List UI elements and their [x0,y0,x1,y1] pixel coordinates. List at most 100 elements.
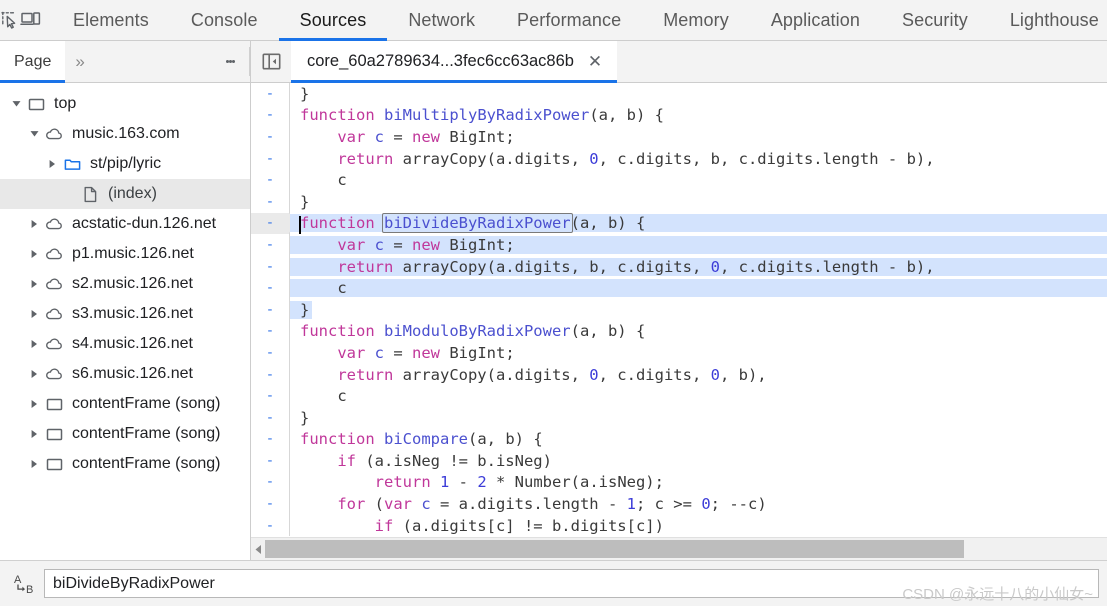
tab-performance[interactable]: Performance [496,0,642,40]
line-gutter-marker[interactable]: - [251,277,289,299]
devtools-main-toolbar: Elements Console Sources Network Perform… [0,0,1107,41]
chevron-right-icon[interactable] [26,459,42,469]
editor-horizontal-scrollbar[interactable] [251,537,1107,560]
chevron-right-icon[interactable] [26,279,42,289]
tab-application[interactable]: Application [750,0,881,40]
line-gutter-marker[interactable]: - [251,429,289,451]
line-gutter-marker[interactable]: - [251,515,289,537]
code-line-text: return arrayCopy(a.digits, 0, c.digits, … [290,150,1107,168]
code-token: if [374,516,403,535]
tree-item-p1-music-126-net[interactable]: p1.music.126.net [0,239,250,269]
code-line: - c [251,169,1107,191]
tab-network[interactable]: Network [387,0,496,40]
chevron-down-icon[interactable] [26,129,42,139]
tab-memory[interactable]: Memory [642,0,750,40]
tree-item-label: s3.music.126.net [72,305,193,322]
code-token: c [337,279,347,298]
chevron-right-icon[interactable] [26,369,42,379]
code-token: arrayCopy(a.digits, [402,365,590,384]
code-tokens: for (var c = a.digits.length - 1; c >= 0… [300,495,766,514]
tab-console[interactable]: Console [170,0,279,40]
navigator-menu-icon[interactable] [220,41,240,82]
tree-item-s6-music-126-net[interactable]: s6.music.126.net [0,359,250,389]
code-token: biCompare [384,430,468,449]
code-token: } [300,192,310,211]
line-gutter-marker[interactable]: - [251,213,289,235]
code-tokens: function biCompare(a, b) { [300,430,543,448]
close-icon[interactable]: ✕ [586,53,604,71]
code-token: c [374,343,384,362]
line-gutter-marker[interactable]: - [251,450,289,472]
tree-item-index[interactable]: (index) [0,179,250,209]
document-icon [78,186,102,203]
navigator-more-tabs-icon[interactable]: » [65,52,92,72]
cloud-icon [42,366,66,383]
line-gutter-marker[interactable]: - [251,234,289,256]
line-gutter-marker[interactable]: - [251,321,289,343]
cloud-icon [42,336,66,353]
tree-item-acstatic-dun-126-net[interactable]: acstatic-dun.126.net [0,209,250,239]
code-token: = [384,235,412,254]
tab-lighthouse[interactable]: Lighthouse [989,0,1107,40]
tree-item-music-163-com[interactable]: music.163.com [0,119,250,149]
code-line-text: if (a.digits[c] != b.digits[c]) [290,517,1107,535]
chevron-right-icon[interactable] [26,339,42,349]
chevron-right-icon[interactable] [26,429,42,439]
code-line-text: function biModuloByRadixPower(a, b) { [290,322,1107,340]
chevron-right-icon[interactable] [26,309,42,319]
tree-item-contentframe-song[interactable]: contentFrame (song) [0,389,250,419]
code-token: var [384,495,422,514]
line-gutter-marker[interactable]: - [251,191,289,213]
frame-icon [42,396,66,413]
tab-security[interactable]: Security [881,0,989,40]
line-gutter-marker[interactable]: - [251,256,289,278]
rename-input[interactable] [44,569,1099,598]
code-lines: -} - function biMultiplyByRadixPower(a, b)… [251,83,1107,537]
tab-sources[interactable]: Sources [278,0,388,41]
device-toolbar-icon[interactable] [20,0,42,40]
tree-item-st-pip-lyric[interactable]: st/pip/lyric [0,149,250,179]
tree-item-s3-music-126-net[interactable]: s3.music.126.net [0,299,250,329]
line-gutter-marker[interactable]: - [251,493,289,515]
line-gutter-marker[interactable]: - [251,83,289,105]
tree-item-contentframe-song[interactable]: contentFrame (song) [0,449,250,479]
chevron-right-icon[interactable] [26,219,42,229]
line-gutter-marker[interactable]: - [251,126,289,148]
chevron-down-icon[interactable] [8,99,24,109]
inspect-element-icon[interactable] [0,0,20,40]
show-navigator-icon[interactable] [251,41,291,82]
navigator-tab-page[interactable]: Page [0,41,66,83]
code-line-text: return 1 - 2 * Number(a.isNeg); [290,473,1107,491]
file-tab-core[interactable]: core_60a2789634...3fec6cc63ac86b ✕ [291,41,617,83]
tab-elements[interactable]: Elements [52,0,170,40]
code-token: = a.digits.length - [430,495,627,514]
scrollbar-thumb[interactable] [265,540,964,558]
chevron-right-icon[interactable] [44,159,60,169]
chevron-right-icon[interactable] [26,399,42,409]
tree-item-s4-music-126-net[interactable]: s4.music.126.net [0,329,250,359]
line-gutter-marker[interactable]: - [251,472,289,494]
scrollbar-track[interactable] [265,540,1107,558]
tree-item-top[interactable]: top [0,89,250,119]
line-gutter-marker[interactable]: - [251,148,289,170]
line-gutter-marker[interactable]: - [251,407,289,429]
line-gutter-marker[interactable]: - [251,169,289,191]
line-gutter-marker[interactable]: - [251,385,289,407]
line-gutter-marker[interactable]: - [251,342,289,364]
scroll-left-arrow-icon[interactable] [251,544,265,555]
code-editor[interactable]: -} - function biMultiplyByRadixPower(a, b)… [251,83,1107,537]
tree-item-label: contentFrame (song) [72,455,221,472]
code-token: for [337,495,375,514]
code-token: 1 [439,473,450,492]
line-gutter-marker[interactable]: - [251,105,289,127]
code-tokens: } [300,301,309,319]
line-gutter-marker[interactable]: - [251,364,289,386]
chevron-right-icon[interactable] [26,249,42,259]
tree-item-s2-music-126-net[interactable]: s2.music.126.net [0,269,250,299]
tree-item-contentframe-song[interactable]: contentFrame (song) [0,419,250,449]
code-tokens: var c = new BigInt; [300,128,514,146]
code-tokens: function biModuloByRadixPower(a, b) { [300,322,645,340]
line-gutter-marker[interactable]: - [251,299,289,321]
code-line-text: var c = new BigInt; [290,344,1107,362]
